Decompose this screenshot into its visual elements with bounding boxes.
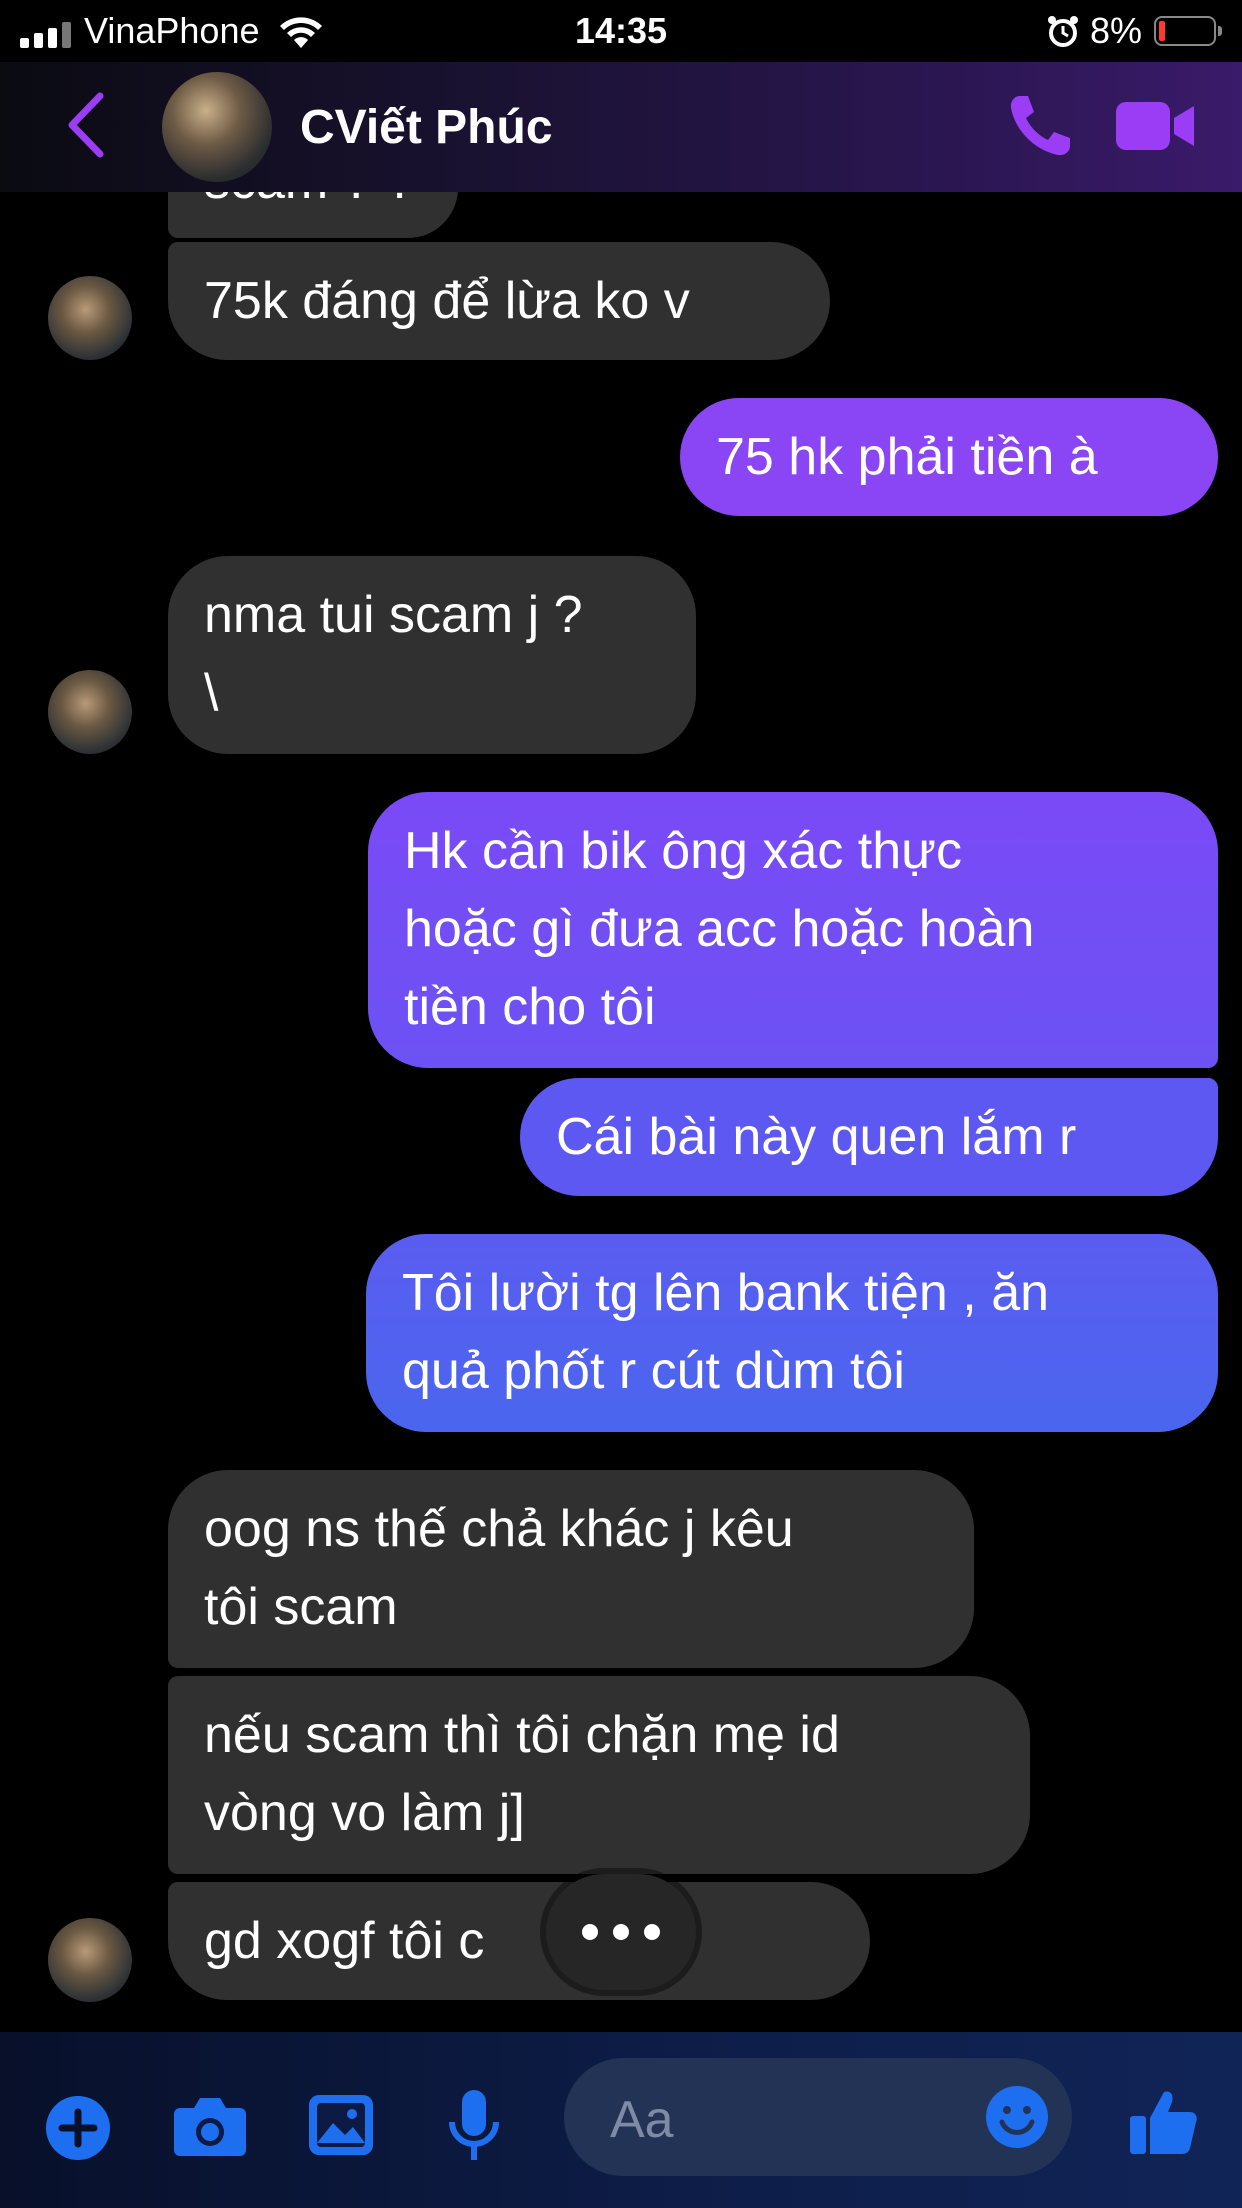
thumbs-up-icon[interactable] <box>1128 2086 1200 2158</box>
plus-icon[interactable] <box>44 2094 112 2162</box>
contact-avatar-small[interactable] <box>48 670 132 754</box>
back-chevron-icon[interactable] <box>66 92 106 158</box>
contact-avatar-small[interactable] <box>48 1918 132 2002</box>
typing-indicator <box>546 1874 696 1990</box>
contact-avatar-small[interactable] <box>48 276 132 360</box>
contact-name[interactable]: CViết Phúc <box>300 100 553 155</box>
incoming-message[interactable]: nếu scam thì tôi chặn mẹ id vòng vo làm … <box>168 1676 1030 1874</box>
phone-icon[interactable] <box>1006 92 1074 160</box>
outgoing-message[interactable]: Tôi lười tg lên bank tiện , ăn quả phốt … <box>366 1234 1218 1432</box>
alarm-icon <box>1048 16 1078 47</box>
status-bar: VinaPhone 14:35 8% <box>0 0 1242 62</box>
video-camera-icon[interactable] <box>1114 100 1196 152</box>
battery-percent: 8% <box>1089 10 1142 51</box>
outgoing-message[interactable]: 75 hk phải tiền à <box>680 398 1218 516</box>
camera-icon[interactable] <box>172 2094 248 2158</box>
composer-bar: Aa <box>0 2032 1242 2208</box>
smiley-icon[interactable] <box>984 2084 1050 2150</box>
contact-avatar[interactable] <box>162 72 272 182</box>
image-icon[interactable] <box>306 2092 376 2158</box>
outgoing-message[interactable]: Hk cần bik ông xác thực hoặc gì đưa acc … <box>368 792 1218 1068</box>
conversation-header: CViết Phúc <box>0 62 1242 192</box>
microphone-icon[interactable] <box>446 2088 502 2164</box>
message-input[interactable]: Aa <box>564 2058 1072 2176</box>
incoming-message[interactable]: scam ? ? <box>168 192 458 238</box>
incoming-message[interactable]: gd xogf tôi c oàn b <box>168 1882 870 2000</box>
message-input-placeholder: Aa <box>610 2091 674 2149</box>
outgoing-message[interactable]: Cái bài này quen lắm r <box>520 1078 1218 1196</box>
message-list[interactable]: scam ? ? 75k đáng để lừa ko v 75 hk phải… <box>0 192 1242 2032</box>
incoming-message[interactable]: oog ns thế chả khác j kêu tôi scam <box>168 1470 974 1668</box>
battery-icon <box>1154 16 1222 46</box>
incoming-message[interactable]: nma tui scam j ? \ <box>168 556 696 754</box>
incoming-message[interactable]: 75k đáng để lừa ko v <box>168 242 830 360</box>
